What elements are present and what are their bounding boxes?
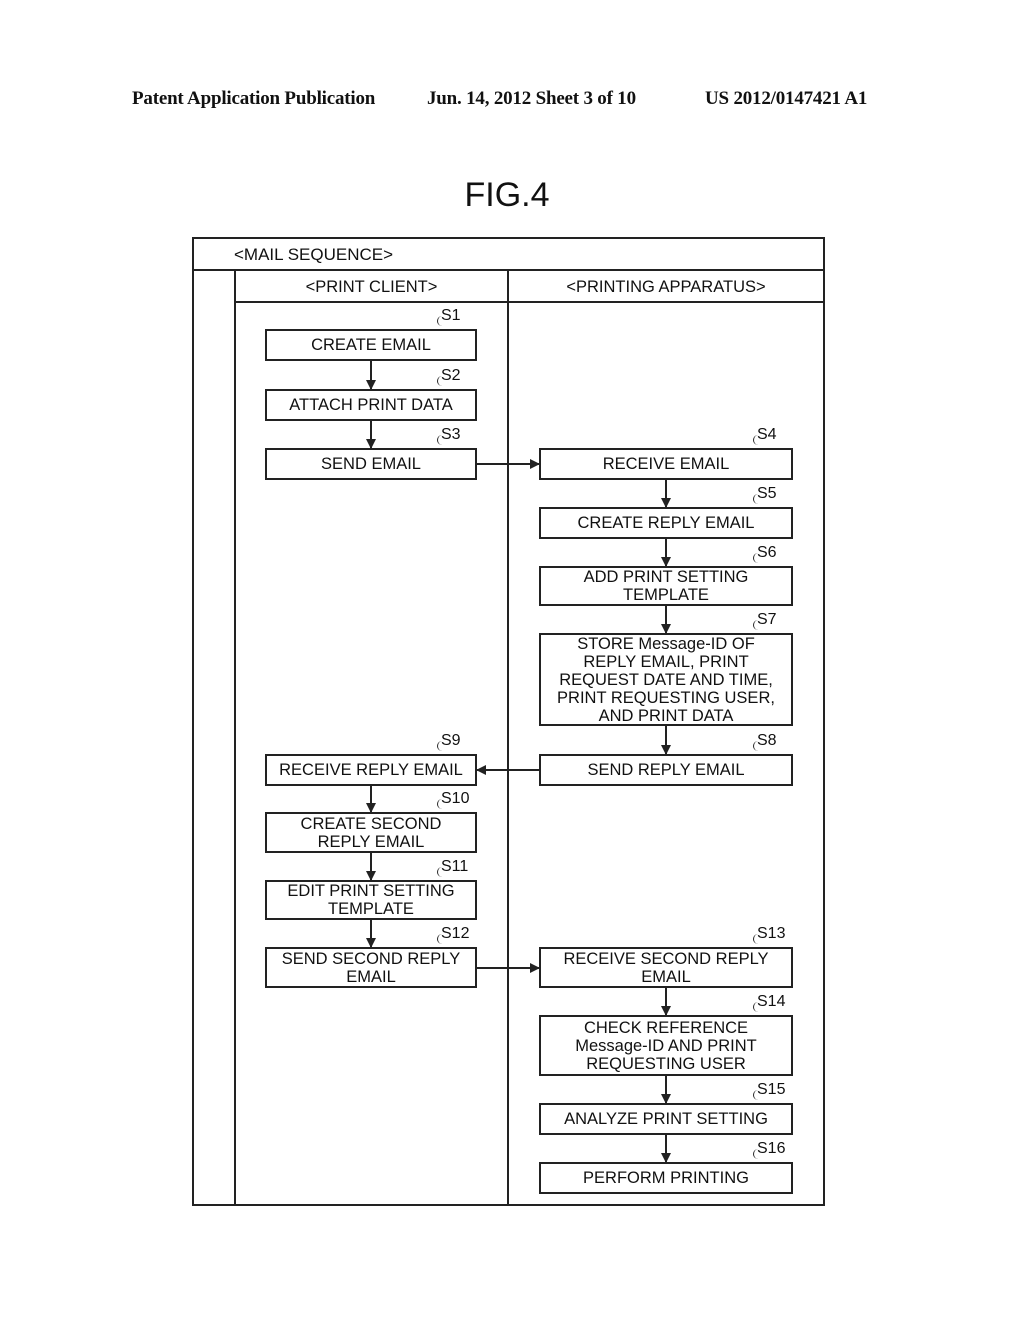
step-box-s1: CREATE EMAIL	[265, 329, 477, 361]
step-box-s11: EDIT PRINT SETTING TEMPLATE	[265, 880, 477, 920]
step-text: SEND REPLY EMAIL	[587, 761, 745, 779]
step-text: RECEIVE SECOND REPLY EMAIL	[563, 949, 769, 986]
step-label-s2: S2	[441, 367, 461, 384]
step-box-s7: STORE Message-ID OF REPLY EMAIL, PRINT R…	[539, 633, 793, 726]
step-label-s6: S6	[757, 544, 777, 561]
step-box-s14: CHECK REFERENCE Message-ID AND PRINT REQ…	[539, 1015, 793, 1076]
step-text: CREATE EMAIL	[311, 336, 431, 354]
step-text: RECEIVE EMAIL	[602, 455, 730, 473]
step-box-s2: ATTACH PRINT DATA	[265, 389, 477, 421]
step-label-s5: S5	[757, 485, 777, 502]
step-box-s5: CREATE REPLY EMAIL	[539, 507, 793, 539]
step-label-s1: S1	[441, 307, 461, 324]
step-text: CREATE SECOND REPLY EMAIL	[300, 814, 442, 851]
step-text: SEND SECOND REPLY EMAIL	[281, 949, 461, 986]
step-label-s16: S16	[757, 1140, 786, 1157]
step-box-s13: RECEIVE SECOND REPLY EMAIL	[539, 947, 793, 988]
step-box-s8: SEND REPLY EMAIL	[539, 754, 793, 786]
step-box-s12: SEND SECOND REPLY EMAIL	[265, 947, 477, 988]
step-text: CHECK REFERENCE Message-ID AND PRINT REQ…	[575, 1018, 757, 1073]
step-box-s16: PERFORM PRINTING	[539, 1162, 793, 1194]
step-text: PERFORM PRINTING	[583, 1169, 749, 1187]
step-label-s15: S15	[757, 1081, 786, 1098]
step-label-s13: S13	[757, 925, 786, 942]
step-text: STORE Message-ID OF REPLY EMAIL, PRINT R…	[557, 634, 775, 725]
step-text: ADD PRINT SETTING TEMPLATE	[583, 568, 749, 604]
step-box-s9: RECEIVE REPLY EMAIL	[265, 754, 477, 786]
step-label-s7: S7	[757, 611, 777, 628]
step-box-s10: CREATE SECOND REPLY EMAIL	[265, 812, 477, 853]
step-text: RECEIVE REPLY EMAIL	[279, 761, 463, 779]
step-label-s10: S10	[441, 790, 470, 807]
step-label-s14: S14	[757, 993, 786, 1010]
step-label-s8: S8	[757, 732, 777, 749]
step-label-s4: S4	[757, 426, 777, 443]
step-text: ATTACH PRINT DATA	[289, 396, 453, 414]
step-text: SEND EMAIL	[321, 455, 421, 473]
step-box-s4: RECEIVE EMAIL	[539, 448, 793, 480]
flow-arrows	[366, 361, 671, 1163]
step-box-s3: SEND EMAIL	[265, 448, 477, 480]
step-text: EDIT PRINT SETTING TEMPLATE	[287, 882, 455, 918]
step-label-s3: S3	[441, 426, 461, 443]
step-label-s9: S9	[441, 732, 461, 749]
step-text: CREATE REPLY EMAIL	[577, 514, 755, 532]
step-box-s6: ADD PRINT SETTING TEMPLATE	[539, 566, 793, 606]
step-text: ANALYZE PRINT SETTING	[564, 1110, 768, 1128]
step-label-s12: S12	[441, 925, 470, 942]
step-label-s11: S11	[441, 858, 469, 875]
step-box-s15: ANALYZE PRINT SETTING	[539, 1103, 793, 1135]
